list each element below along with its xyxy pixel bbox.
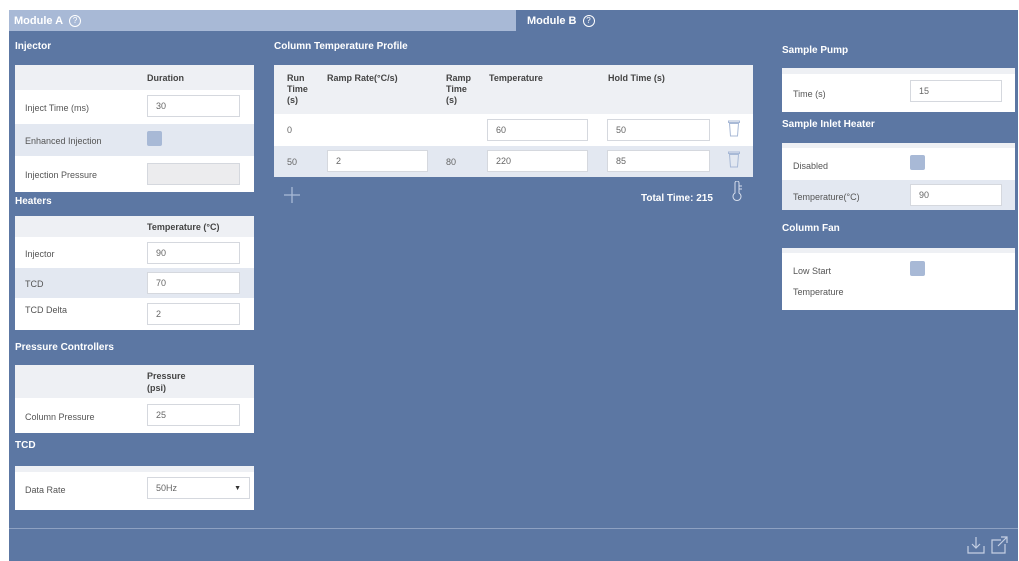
data-rate-value: 50Hz <box>156 483 178 493</box>
ramp-time-header: Ramp Time (s) <box>446 73 472 105</box>
sample-inlet-heater-title: Sample Inlet Heater <box>782 119 875 130</box>
table-row: Injection Pressure <box>15 156 254 192</box>
temperature-profile-table: Run Time (s) Ramp Rate(°C/s) Ramp Time (… <box>274 65 753 177</box>
sample-pump-panel: Time (s) 15 <box>782 68 1015 112</box>
run-time-cell: 0 <box>287 125 293 135</box>
tab-label: Module B <box>527 14 577 27</box>
question-circle-icon[interactable]: ? <box>582 14 595 27</box>
tab-module-b[interactable]: Module B ? <box>516 10 1018 31</box>
duration-column-header: Duration <box>147 73 184 83</box>
trash-icon[interactable] <box>728 151 740 168</box>
temperature-header: Temperature <box>489 73 543 83</box>
inject-time-label: Inject Time (ms) <box>25 103 90 113</box>
tcd-heater-input[interactable]: 70 <box>147 272 240 294</box>
external-link-icon[interactable] <box>989 535 1009 555</box>
tab-module-a[interactable]: Module A ? <box>9 10 516 31</box>
temperature-input[interactable]: 220 <box>487 150 588 172</box>
table-row: TCD Delta 2 <box>15 298 254 330</box>
injector-heater-input[interactable]: 90 <box>147 242 240 264</box>
tcd-delta-label: TCD Delta <box>25 305 68 315</box>
column-pressure-input[interactable]: 25 <box>147 404 240 426</box>
data-rate-label: Data Rate <box>25 485 66 495</box>
temperature-column-header: Temperature (°C) <box>147 222 220 232</box>
module-window: Module A ? Module B ? Injector Duration … <box>9 10 1018 561</box>
trash-icon[interactable] <box>728 120 740 137</box>
pressure-column-header: Pressure <box>147 371 186 381</box>
thermometer-icon[interactable] <box>731 181 743 201</box>
low-start-label-line2: Temperature <box>793 287 844 297</box>
sample-inlet-panel: Disabled Temperature(°C) 90 <box>782 143 1015 210</box>
disabled-checkbox[interactable] <box>910 155 925 170</box>
footer-divider <box>9 528 1018 529</box>
pressure-panel: Pressure (psi) Column Pressure 25 <box>15 365 254 433</box>
enhanced-injection-checkbox[interactable] <box>147 131 162 146</box>
plus-icon[interactable] <box>283 186 301 204</box>
table-row: TCD 70 <box>15 268 254 298</box>
tcd-heater-label: TCD <box>25 279 44 289</box>
low-start-label: Low Start <box>793 266 832 276</box>
temperature-input[interactable]: 60 <box>487 119 588 141</box>
tcd-delta-input[interactable]: 2 <box>147 303 240 325</box>
pump-time-label: Time (s) <box>793 89 826 99</box>
table-row: 50 2 80 220 85 <box>274 146 753 177</box>
hold-time-header: Hold Time (s) <box>608 73 665 83</box>
inlet-temperature-label: Temperature(°C) <box>793 192 860 202</box>
tcd-title: TCD <box>15 440 36 451</box>
heaters-panel: Temperature (°C) Injector 90 TCD 70 TCD … <box>15 216 254 330</box>
low-start-temperature-checkbox[interactable] <box>910 261 925 276</box>
tab-label: Module A <box>14 14 64 27</box>
ramp-rate-input[interactable]: 2 <box>327 150 428 172</box>
table-row: Column Pressure 25 <box>15 398 254 433</box>
injector-panel: Duration Inject Time (ms) 30 Enhanced In… <box>15 65 254 192</box>
hold-time-input[interactable]: 85 <box>607 150 710 172</box>
injector-title: Injector <box>15 41 52 52</box>
column-pressure-label: Column Pressure <box>25 412 95 422</box>
dropdown-arrow-icon: ▼ <box>234 484 241 492</box>
run-time-cell: 50 <box>287 157 298 167</box>
disabled-label: Disabled <box>793 161 829 171</box>
hold-time-input[interactable]: 50 <box>607 119 710 141</box>
tcd-panel: Data Rate 50Hz ▼ <box>15 466 254 510</box>
table-row: Temperature(°C) 90 <box>782 180 1015 210</box>
ramp-rate-header: Ramp Rate(°C/s) <box>327 73 398 83</box>
sample-pump-title: Sample Pump <box>782 45 849 56</box>
column-fan-title: Column Fan <box>782 223 840 234</box>
pressure-controllers-title: Pressure Controllers <box>15 342 114 353</box>
table-row: Injector 90 <box>15 237 254 268</box>
pressure-column-unit: (psi) <box>147 383 166 393</box>
ramp-time-cell: 80 <box>446 157 457 167</box>
heaters-title: Heaters <box>15 196 52 207</box>
run-time-header: Run Time (s) <box>287 73 308 105</box>
table-row: Disabled <box>782 148 1015 180</box>
inject-time-input[interactable]: 30 <box>147 95 240 117</box>
column-temperature-profile-title: Column Temperature Profile <box>274 41 408 52</box>
inlet-temperature-input[interactable]: 90 <box>910 184 1002 206</box>
injection-pressure-input[interactable] <box>147 163 240 185</box>
table-row: 0 60 50 <box>274 114 753 146</box>
table-row: Inject Time (ms) 30 <box>15 90 254 124</box>
enhanced-injection-label: Enhanced Injection <box>25 136 102 146</box>
injector-heater-label: Injector <box>25 249 55 259</box>
injection-pressure-label: Injection Pressure <box>25 170 98 180</box>
total-time-label: Total Time: 215 <box>641 193 713 204</box>
question-circle-icon[interactable]: ? <box>69 14 82 27</box>
column-fan-panel: Low Start Temperature <box>782 248 1015 310</box>
pump-time-input[interactable]: 15 <box>910 80 1002 102</box>
download-icon[interactable] <box>966 535 986 555</box>
data-rate-select[interactable]: 50Hz ▼ <box>147 477 250 499</box>
table-row: Enhanced Injection <box>15 124 254 156</box>
